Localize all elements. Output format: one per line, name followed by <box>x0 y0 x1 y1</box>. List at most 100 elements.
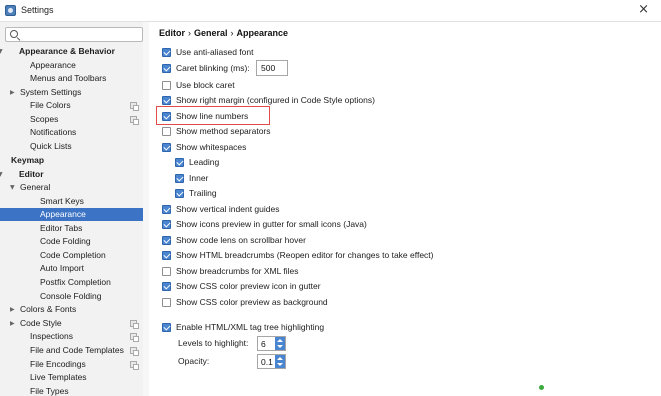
checkbox-checked[interactable] <box>162 96 171 105</box>
sidebar-item[interactable]: Console Folding <box>0 290 149 303</box>
checkbox-unchecked[interactable] <box>162 267 171 276</box>
sidebar-item-label: Code Completion <box>40 250 106 260</box>
checkbox-checked[interactable] <box>162 205 171 214</box>
checkbox-checked[interactable] <box>162 48 171 57</box>
sidebar-item[interactable]: Appearance <box>0 208 143 221</box>
sidebar-item-label: General <box>20 182 51 192</box>
breadcrumb-general: General <box>194 28 228 38</box>
option-label: Use anti-aliased font <box>176 47 254 57</box>
levels-to-highlight-spinner[interactable]: 6 <box>257 336 286 351</box>
sidebar-item[interactable]: File Encodings <box>0 358 149 371</box>
caret-down-icon[interactable]: ▼ <box>0 45 3 58</box>
app-icon <box>5 5 16 16</box>
sidebar-item[interactable]: Auto Import <box>0 262 149 275</box>
caret-blinking-input[interactable]: 500 <box>256 60 288 76</box>
checkbox-checked[interactable] <box>162 236 171 245</box>
sidebar-item[interactable]: File Types <box>0 385 149 396</box>
checkbox-checked[interactable] <box>175 174 184 183</box>
sidebar-item[interactable]: ▼ Appearance & Behavior <box>0 45 149 58</box>
sidebar-item[interactable]: Keymap <box>0 154 149 167</box>
option-label: Show vertical indent guides <box>176 204 280 214</box>
sidebar-item[interactable]: ▼ Editor <box>0 168 149 181</box>
title-bar: Settings × <box>0 0 661 22</box>
checkbox-checked[interactable] <box>162 251 171 260</box>
opacity-label: Opacity: <box>178 356 210 366</box>
caret-right-icon[interactable]: ▶ <box>10 86 15 99</box>
sidebar-item-label: Editor <box>19 169 44 179</box>
sidebar-item[interactable]: Appearance <box>0 59 149 72</box>
sidebar-item-label: Console Folding <box>40 291 102 301</box>
spinner-arrows-icon[interactable] <box>275 355 285 368</box>
sidebar-item-label: Keymap <box>11 155 45 165</box>
option-label: Inner <box>189 173 209 183</box>
breadcrumb-separator: › <box>188 28 191 38</box>
option-label: Show code lens on scrollbar hover <box>176 235 306 245</box>
sidebar-item[interactable]: Quick Lists <box>0 140 149 153</box>
sidebar-item-label: Code Folding <box>40 236 91 246</box>
sidebar-item-label: Auto Import <box>40 263 84 273</box>
sidebar-item[interactable]: Editor Tabs <box>0 222 149 235</box>
search-box[interactable] <box>5 27 143 42</box>
sidebar-item[interactable]: Postfix Completion <box>0 276 149 289</box>
levels-value: 6 <box>261 339 266 349</box>
sidebar-item-label: Appearance <box>40 209 86 219</box>
checkbox-checked[interactable] <box>162 220 171 229</box>
checkbox-checked[interactable] <box>162 323 171 332</box>
close-icon[interactable]: × <box>638 2 649 18</box>
opacity-spinner[interactable]: 0.1 <box>257 354 286 369</box>
spinner-arrows-icon[interactable] <box>275 337 285 350</box>
window-title: Settings <box>21 5 54 15</box>
checkbox-checked[interactable] <box>162 282 171 291</box>
sidebar-item[interactable]: Notifications <box>0 126 149 139</box>
sidebar-item-label: Colors & Fonts <box>20 304 77 314</box>
sidebar-item-label: File Colors <box>30 100 71 110</box>
sidebar-item-label: Editor Tabs <box>40 223 83 233</box>
option-label: Show method separators <box>176 126 271 136</box>
caret-down-icon[interactable]: ▼ <box>10 181 15 194</box>
caret-down-icon[interactable]: ▼ <box>0 168 3 181</box>
project-scope-icon <box>130 320 139 329</box>
sidebar-item-label: Quick Lists <box>30 141 72 151</box>
project-scope-icon <box>130 333 139 342</box>
sidebar-item-label: File Types <box>30 386 69 396</box>
sidebar-item[interactable]: ▼ General <box>0 181 149 194</box>
sidebar-item[interactable]: Smart Keys <box>0 195 149 208</box>
sidebar-item[interactable]: File Colors <box>0 99 149 112</box>
breadcrumb-editor: Editor <box>159 28 185 38</box>
sidebar-item[interactable]: Scopes <box>0 113 149 126</box>
sidebar-item[interactable]: ▶ Colors & Fonts <box>0 303 149 316</box>
sidebar-item[interactable]: Live Templates <box>0 371 149 384</box>
opacity-value: 0.1 <box>261 357 273 367</box>
status-dot <box>539 385 544 390</box>
checkbox-unchecked[interactable] <box>162 127 171 136</box>
option-label: Show whitespaces <box>176 142 247 152</box>
checkbox-unchecked[interactable] <box>162 298 171 307</box>
checkbox-unchecked[interactable] <box>162 81 171 90</box>
sidebar-item-label: File Encodings <box>30 359 86 369</box>
option-label: Show HTML breadcrumbs (Reopen editor for… <box>176 250 434 260</box>
sidebar-item[interactable]: ▶ System Settings <box>0 86 149 99</box>
sidebar-item-label: Appearance <box>30 60 76 70</box>
checkbox-checked[interactable] <box>162 64 171 73</box>
sidebar-item[interactable]: Inspections <box>0 330 149 343</box>
sidebar-item[interactable]: ▶ Code Style <box>0 317 149 330</box>
sidebar-item-label: System Settings <box>20 87 82 97</box>
option-label: Show breadcrumbs for XML files <box>176 266 299 276</box>
checkbox-checked[interactable] <box>175 189 184 198</box>
checkbox-checked[interactable] <box>175 158 184 167</box>
caret-right-icon[interactable]: ▶ <box>10 317 15 330</box>
sidebar-item-label: Smart Keys <box>40 196 84 206</box>
sidebar-item[interactable]: File and Code Templates <box>0 344 149 357</box>
checkbox-checked[interactable] <box>162 143 171 152</box>
sidebar-item-label: Inspections <box>30 331 73 341</box>
option-label: Caret blinking (ms): <box>176 63 250 73</box>
option-label: Enable HTML/XML tag tree highlighting <box>176 322 325 332</box>
option-label: Trailing <box>189 188 217 198</box>
sidebar-item[interactable]: Code Folding <box>0 235 149 248</box>
levels-to-highlight-label: Levels to highlight: <box>178 338 249 348</box>
caret-right-icon[interactable]: ▶ <box>10 303 15 316</box>
sidebar-item[interactable]: Code Completion <box>0 249 149 262</box>
search-input[interactable] <box>22 29 140 40</box>
sidebar-item[interactable]: Menus and Toolbars <box>0 72 149 85</box>
option-label: Show CSS color preview icon in gutter <box>176 281 321 291</box>
